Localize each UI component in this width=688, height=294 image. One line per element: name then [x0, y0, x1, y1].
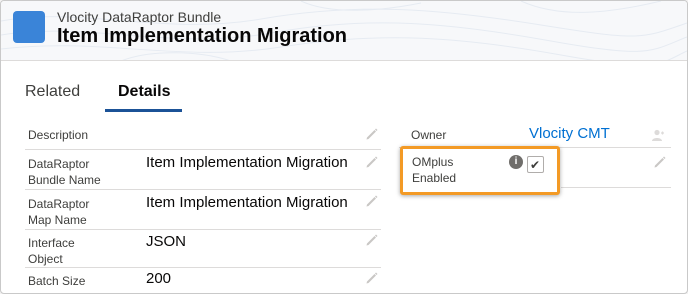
field-label-line: Interface: [28, 236, 75, 250]
record-header: Vlocity DataRaptor Bundle Item Implement…: [1, 1, 687, 61]
record-title: Item Implementation Migration: [57, 25, 348, 47]
field-value: 200: [146, 270, 172, 287]
omplus-enabled-checkbox[interactable]: ✔: [527, 156, 544, 173]
field-label: DataRaptor Map Name: [28, 196, 89, 228]
field-owner: Owner Vlocity CMT: [399, 120, 671, 148]
tab-bar: Related Details: [1, 61, 687, 113]
field-label: OMplus Enabled: [412, 154, 456, 186]
edit-pencil-icon[interactable]: [653, 155, 667, 169]
edit-pencil-icon[interactable]: [365, 127, 379, 141]
owner-link[interactable]: Vlocity CMT: [529, 125, 610, 142]
tab-related[interactable]: Related: [25, 83, 80, 101]
field-value: Item Implementation Migration: [146, 154, 348, 171]
checkmark-icon: ✔: [530, 158, 541, 172]
edit-pencil-icon[interactable]: [365, 233, 379, 247]
field-label-line: DataRaptor: [28, 157, 90, 171]
field-label: Batch Size: [28, 274, 86, 288]
info-icon[interactable]: i: [509, 155, 523, 169]
edit-pencil-icon[interactable]: [365, 194, 379, 208]
app-icon: [13, 11, 45, 43]
field-label-line: DataRaptor: [28, 197, 90, 211]
field-label: Interface Object: [28, 235, 75, 267]
field-value: JSON: [146, 233, 187, 250]
field-label: DataRaptor Bundle Name: [28, 156, 101, 188]
field-label: Description: [28, 128, 89, 142]
field-label-line: OMplus: [412, 155, 454, 169]
field-description: Description: [25, 120, 381, 150]
field-batch-size: Batch Size 200: [25, 268, 381, 293]
edit-pencil-icon[interactable]: [365, 155, 379, 169]
active-tab-indicator: [105, 109, 182, 112]
field-label-line: Object: [28, 252, 63, 266]
field-dataraptor-bundle-name: DataRaptor Bundle Name Item Implementati…: [25, 150, 381, 190]
field-label-line: Map Name: [28, 213, 87, 227]
change-owner-icon[interactable]: [651, 128, 665, 142]
field-dataraptor-map-name: DataRaptor Map Name Item Implementation …: [25, 190, 381, 230]
field-value: Item Implementation Migration: [146, 194, 348, 211]
object-type-label: Vlocity DataRaptor Bundle: [57, 9, 222, 25]
record-page: Vlocity DataRaptor Bundle Item Implement…: [0, 0, 688, 294]
field-label-line: Bundle Name: [28, 173, 101, 187]
field-label-line: Enabled: [412, 171, 457, 185]
field-interface-object: Interface Object JSON: [25, 230, 381, 268]
field-label: Owner: [411, 128, 447, 142]
tab-details[interactable]: Details: [118, 83, 170, 101]
edit-pencil-icon[interactable]: [365, 271, 379, 285]
